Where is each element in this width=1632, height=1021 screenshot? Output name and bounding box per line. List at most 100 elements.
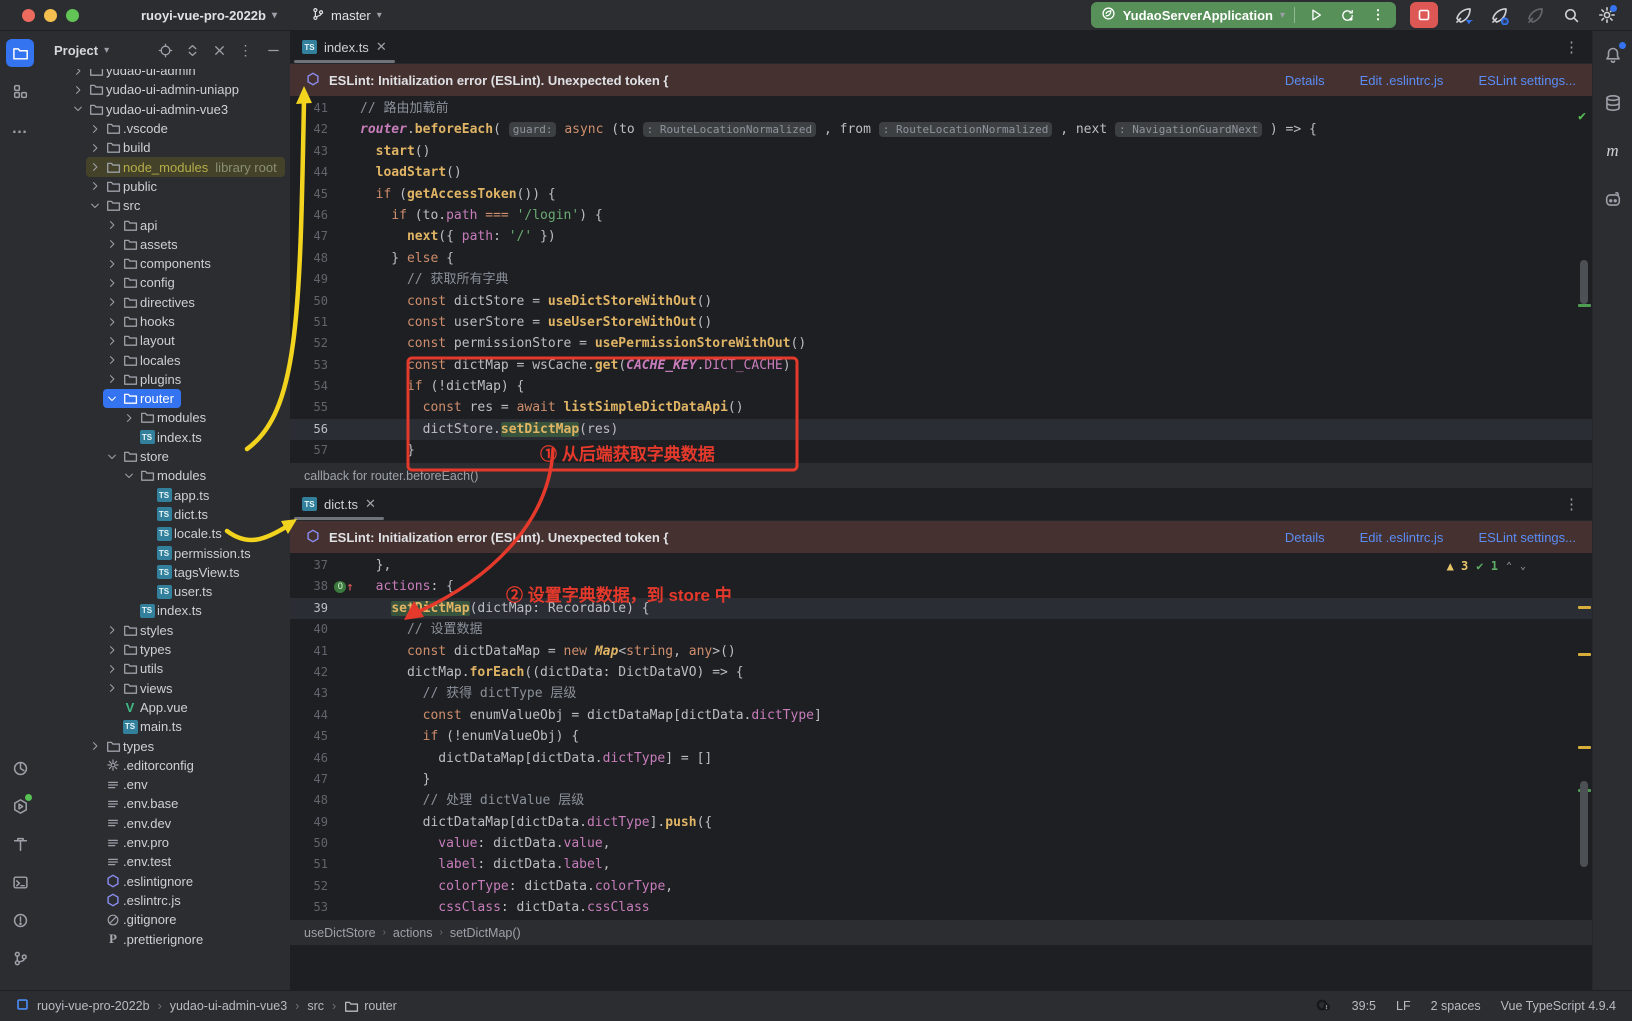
more-icon[interactable]: …	[6, 115, 34, 143]
structure-icon[interactable]	[6, 77, 34, 105]
tree-row[interactable]: TSindex.ts	[40, 601, 290, 620]
profiler-run-icon[interactable]	[1452, 4, 1474, 26]
maven-icon[interactable]: m	[1599, 137, 1627, 165]
tree-row[interactable]: .gitignore	[40, 910, 290, 929]
tree-row[interactable]: views	[40, 679, 290, 698]
status-item[interactable]: 39:5	[1352, 999, 1376, 1013]
tree-row[interactable]: types	[40, 736, 290, 755]
tree-row[interactable]: layout	[40, 331, 290, 350]
chevron-right-icon[interactable]	[120, 412, 137, 424]
chevron-right-icon[interactable]	[103, 277, 120, 289]
banner-link[interactable]: Details	[1285, 73, 1325, 88]
tree-row[interactable]: types	[40, 640, 290, 659]
tree-row[interactable]: .env.test	[40, 852, 290, 871]
status-item[interactable]: Vue TypeScript 4.9.4	[1501, 999, 1616, 1013]
chevron-right-icon[interactable]	[103, 258, 120, 270]
tree-row[interactable]: plugins	[40, 370, 290, 389]
status-item[interactable]: 2 spaces	[1431, 999, 1481, 1013]
breadcrumb-item[interactable]: setDictMap()	[450, 926, 521, 940]
chevron-down-icon[interactable]	[86, 200, 103, 212]
chevron-right-icon[interactable]	[103, 624, 120, 636]
tree-row[interactable]: styles	[40, 621, 290, 640]
scrollbar-thumb[interactable]	[1580, 781, 1588, 867]
chevron-right-icon[interactable]	[103, 335, 120, 347]
status-path-item[interactable]: src	[307, 999, 324, 1013]
notifications-bell-icon[interactable]	[1599, 41, 1627, 69]
banner-link[interactable]: ESLint settings...	[1478, 530, 1576, 545]
tree-row[interactable]: yudao-ui-admin-vue3	[40, 100, 290, 119]
tree-row[interactable]: .eslintrc.js	[40, 891, 290, 910]
services-icon[interactable]	[6, 792, 34, 820]
chevron-down-icon[interactable]: ▾	[104, 45, 109, 56]
tab-index-ts[interactable]: TS index.ts ✕	[290, 31, 399, 63]
breadcrumb-item[interactable]: callback for router.beforeEach()	[304, 469, 478, 483]
panel-more-icon[interactable]: ⋮	[237, 41, 255, 59]
breadcrumbs-bottom[interactable]: useDictStore›actions›setDictMap()	[290, 919, 1592, 945]
project-tree[interactable]: yudao-ui-adminyudao-ui-admin-uniappyudao…	[40, 69, 290, 990]
tree-row[interactable]: .env	[40, 775, 290, 794]
profiler-clock-icon[interactable]	[6, 754, 34, 782]
override-gutter-icon[interactable]: O↑	[328, 576, 360, 597]
project-widget[interactable]: ruoyi-vue-pro-2022b ▾	[141, 8, 277, 23]
version-control-icon[interactable]	[6, 944, 34, 972]
run-more-icon[interactable]: ⋮	[1366, 4, 1390, 26]
tree-row[interactable]: hooks	[40, 312, 290, 331]
tree-row[interactable]: P.prettierignore	[40, 929, 290, 948]
tree-row[interactable]: .editorconfig	[40, 756, 290, 775]
chevron-right-icon[interactable]	[86, 123, 103, 135]
close-icon[interactable]: ✕	[376, 39, 387, 55]
banner-link[interactable]: ESLint settings...	[1478, 73, 1576, 88]
chevron-down-icon[interactable]	[69, 103, 86, 115]
breadcrumbs-top[interactable]: callback for router.beforeEach()	[290, 462, 1592, 488]
status-path-item[interactable]: ruoyi-vue-pro-2022b	[37, 999, 150, 1013]
chevron-right-icon[interactable]	[69, 84, 86, 96]
chevron-down-icon[interactable]	[103, 451, 120, 463]
minimize-window-icon[interactable]	[44, 9, 57, 22]
tree-row[interactable]: .eslintignore	[40, 871, 290, 890]
project-folder-icon[interactable]	[6, 39, 34, 67]
debug-attach-icon[interactable]: 0	[1488, 4, 1510, 26]
status-path-item[interactable]: router	[344, 997, 397, 1015]
close-window-icon[interactable]	[22, 9, 35, 22]
tree-row[interactable]: public	[40, 177, 290, 196]
tab-options-icon[interactable]: ⋮	[1564, 38, 1580, 56]
stop-button[interactable]	[1410, 2, 1438, 28]
tree-row[interactable]: .env.base	[40, 794, 290, 813]
tree-row[interactable]: TSindex.ts	[40, 428, 290, 447]
hide-panel-icon[interactable]	[264, 41, 282, 59]
run-configuration-widget[interactable]: YudaoServerApplication ▾ ⋮	[1091, 2, 1396, 28]
tree-row[interactable]: TSlocale.ts	[40, 524, 290, 543]
rerun-debug-icon[interactable]	[1335, 4, 1359, 26]
chevron-down-icon[interactable]	[103, 393, 120, 405]
chevron-right-icon[interactable]	[103, 354, 120, 366]
tree-row[interactable]: directives	[40, 293, 290, 312]
tree-row[interactable]: utils	[40, 659, 290, 678]
banner-link[interactable]: Edit .eslintrc.js	[1360, 530, 1444, 545]
tree-row[interactable]: .vscode	[40, 119, 290, 138]
status-breadcrumb[interactable]: ruoyi-vue-pro-2022b›yudao-ui-admin-vue3›…	[16, 997, 397, 1015]
scrollbar-thumb[interactable]	[1580, 260, 1588, 304]
chevron-right-icon[interactable]	[69, 69, 86, 77]
tree-row[interactable]: VApp.vue	[40, 698, 290, 717]
prev-problem-icon[interactable]: ⌃	[1506, 561, 1512, 572]
banner-link[interactable]: Details	[1285, 530, 1325, 545]
collapse-all-icon[interactable]	[210, 41, 228, 59]
chevron-right-icon[interactable]	[103, 644, 120, 656]
breadcrumb-item[interactable]: actions	[393, 926, 433, 940]
code-editor-bottom[interactable]: 37 },38O↑ actions: {39 setDictMap(dictMa…	[290, 553, 1592, 919]
database-icon[interactable]	[1599, 89, 1627, 117]
tree-row[interactable]: build	[40, 138, 290, 157]
run-play-icon[interactable]	[1304, 4, 1328, 26]
project-panel-title[interactable]: Project	[54, 43, 98, 58]
tree-row[interactable]: src	[40, 196, 290, 215]
chevron-right-icon[interactable]	[86, 740, 103, 752]
tree-row[interactable]: TStagsView.ts	[40, 563, 290, 582]
chevron-right-icon[interactable]	[103, 296, 120, 308]
tree-row[interactable]: router	[40, 389, 290, 408]
chevron-right-icon[interactable]	[103, 663, 120, 675]
tree-row[interactable]: .env.pro	[40, 833, 290, 852]
inspection-widget[interactable]: ▲ 3 ✔ 1 ⌃ ⌄	[1447, 559, 1526, 573]
tree-row[interactable]: .env.dev	[40, 814, 290, 833]
tree-row[interactable]: api	[40, 215, 290, 234]
chevron-right-icon[interactable]	[86, 161, 103, 173]
